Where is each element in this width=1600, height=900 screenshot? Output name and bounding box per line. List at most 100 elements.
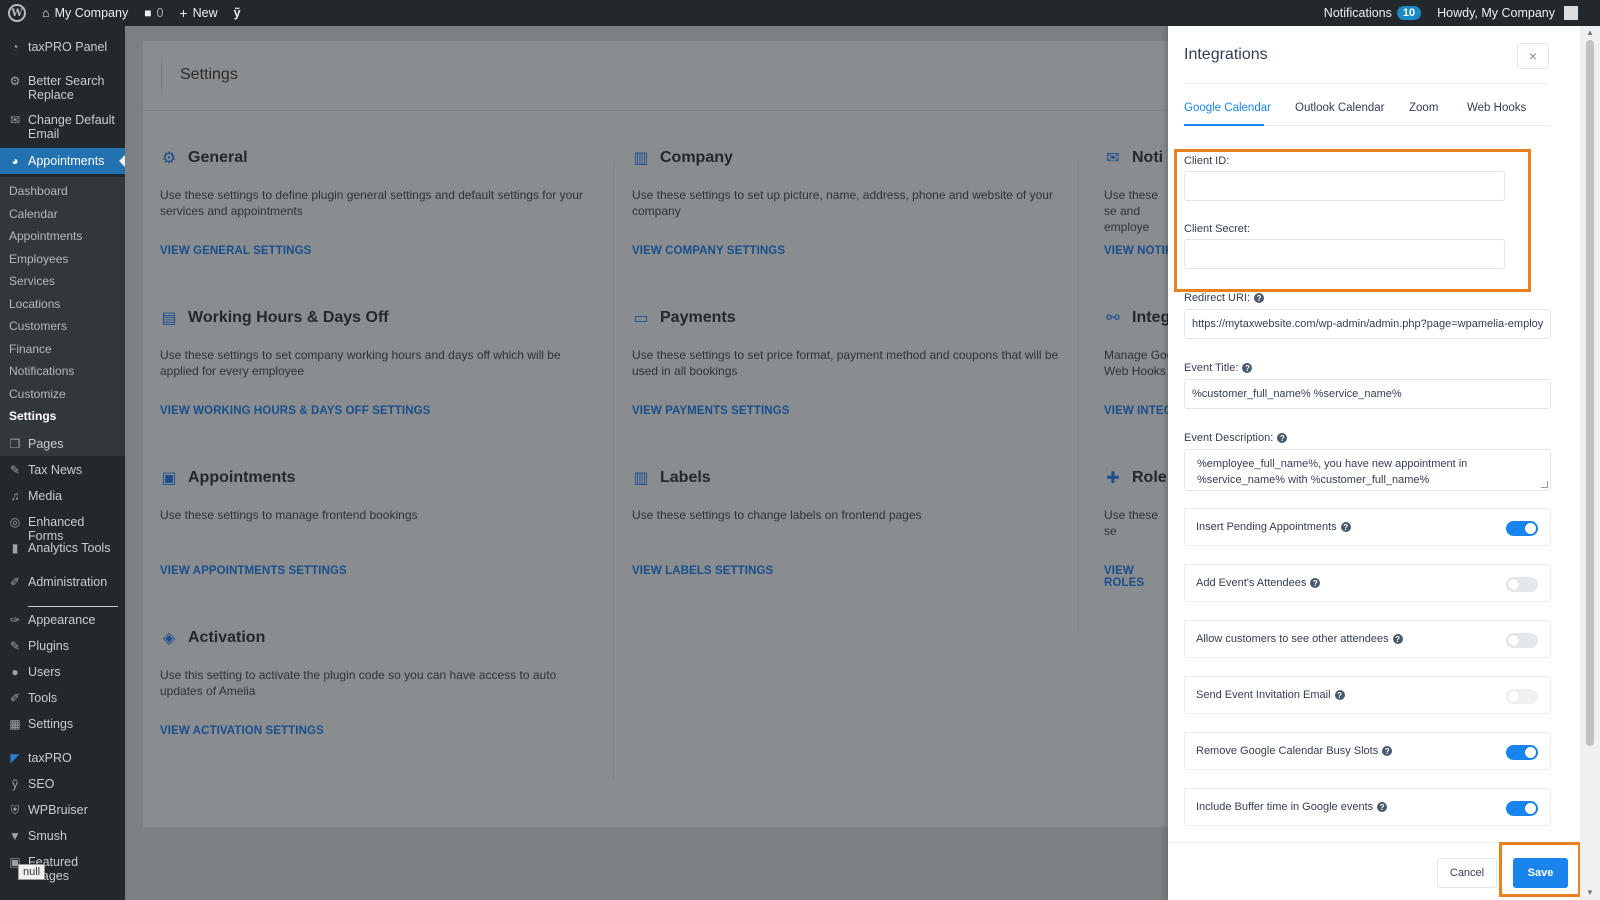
scroll-down-icon[interactable]: ▼ <box>1586 888 1594 897</box>
submenu-services[interactable]: Services <box>9 274 55 288</box>
close-icon: × <box>1528 48 1538 64</box>
menu-seo[interactable]: ỹ SEO <box>0 777 125 791</box>
admin-sidebar: ◔ taxPRO Panel ⚙ Better Search Replace ✉… <box>0 26 125 900</box>
close-button[interactable]: × <box>1517 43 1549 69</box>
menu-label: taxPRO Panel <box>28 40 108 54</box>
menu-taxpro-panel[interactable]: ◔ taxPRO Panel <box>0 40 125 54</box>
integration-tabs: Google Calendar Outlook Calendar Zoom We… <box>1184 102 1549 126</box>
view-company-settings-link[interactable]: VIEW COMPANY SETTINGS <box>632 245 785 257</box>
chart-icon: ▮ <box>11 541 19 555</box>
view-payments-link[interactable]: VIEW PAYMENTS SETTINGS <box>632 405 789 417</box>
insert-pending-toggle[interactable] <box>1506 521 1538 536</box>
block-description: Use these settings to set company workin… <box>160 348 561 378</box>
menu-appointments[interactable]: ◕ Appointments <box>0 148 125 174</box>
scroll-thumb[interactable] <box>1586 40 1594 746</box>
tab-web-hooks[interactable]: Web Hooks <box>1467 102 1526 114</box>
help-icon[interactable]: ? <box>1340 522 1351 532</box>
menu-wpbruiser[interactable]: ⛨ WPBruiser <box>0 803 125 817</box>
submenu-locations[interactable]: Locations <box>9 297 60 311</box>
cancel-button[interactable]: Cancel <box>1437 858 1497 888</box>
tab-google-calendar[interactable]: Google Calendar <box>1184 102 1271 114</box>
block-description: Manage Goo Web Hooks <box>1104 348 1174 378</box>
comments-link[interactable]: ■ 0 <box>136 0 171 26</box>
view-working-hours-link[interactable]: VIEW WORKING HOURS & DAYS OFF SETTINGS <box>160 405 430 417</box>
view-notifications-link[interactable]: VIEW NOTIF <box>1104 245 1172 257</box>
new-content-link[interactable]: + New <box>171 0 225 26</box>
event-title-input[interactable]: %customer_full_name% %service_name% <box>1184 379 1551 409</box>
column-divider <box>1078 161 1079 631</box>
menu-smush[interactable]: ▼ Smush <box>0 829 125 843</box>
menu-users[interactable]: ● Users <box>0 665 125 679</box>
view-roles-link[interactable]: VIEW ROLES <box>1104 565 1174 589</box>
view-appointments-link[interactable]: VIEW APPOINTMENTS SETTINGS <box>160 565 347 577</box>
help-icon[interactable]: ? <box>1392 634 1403 644</box>
submenu-customize[interactable]: Customize <box>9 387 66 401</box>
tab-outlook-calendar[interactable]: Outlook Calendar <box>1295 102 1385 114</box>
menu-label: Better Search Replace <box>28 74 105 102</box>
yoast-link[interactable]: ỹ <box>226 0 249 26</box>
event-description-textarea[interactable]: %employee_full_name%, you have new appoi… <box>1184 449 1551 491</box>
submenu-notifications[interactable]: Notifications <box>9 364 74 378</box>
admin-bar: W ⌂ My Company ■ 0 + New ỹ Notifications… <box>0 0 1600 26</box>
calendar-icon: ▤ <box>161 310 177 327</box>
smush-icon: ▼ <box>9 829 21 843</box>
submenu-finance[interactable]: Finance <box>9 342 52 356</box>
help-icon[interactable]: ? <box>1254 293 1265 303</box>
submenu-dashboard[interactable]: Dashboard <box>9 184 68 198</box>
help-icon[interactable]: ? <box>1242 363 1253 373</box>
help-icon[interactable]: ? <box>1277 433 1288 443</box>
site-name-link[interactable]: ⌂ My Company <box>34 0 136 26</box>
page-scrollbar[interactable]: ▲ ▼ <box>1580 26 1600 900</box>
client-credentials-highlight <box>1174 149 1531 292</box>
help-icon[interactable]: ? <box>1382 746 1393 756</box>
tab-zoom[interactable]: Zoom <box>1409 102 1438 114</box>
redirect-uri-input[interactable]: https://mytaxwebsite.com/wp-admin/admin.… <box>1184 309 1551 339</box>
menu-pages[interactable]: ❐ Pages <box>0 437 125 451</box>
submenu-appointments[interactable]: Appointments <box>9 229 82 243</box>
help-icon[interactable]: ? <box>1310 578 1321 588</box>
submenu-calendar[interactable]: Calendar <box>9 207 58 221</box>
resize-handle-icon[interactable] <box>1541 481 1548 488</box>
user-icon: ● <box>11 665 19 679</box>
add-attendees-toggle[interactable] <box>1506 577 1538 592</box>
toggle-row-insert-pending: Insert Pending Appointments? <box>1184 508 1551 546</box>
remove-busy-slots-toggle[interactable] <box>1506 745 1538 760</box>
menu-tools[interactable]: ✐ Tools <box>0 691 125 705</box>
help-icon[interactable]: ? <box>1334 690 1345 700</box>
view-general-settings-link[interactable]: VIEW GENERAL SETTINGS <box>160 245 311 257</box>
account-menu[interactable]: Howdy, My Company <box>1429 0 1600 26</box>
help-icon[interactable]: ? <box>1377 802 1388 812</box>
menu-settings[interactable]: ▦ Settings <box>0 717 125 731</box>
submenu-employees[interactable]: Employees <box>9 252 68 266</box>
block-description: Use this setting to activate the plugin … <box>160 668 557 698</box>
scroll-up-icon[interactable]: ▲ <box>1586 28 1594 37</box>
menu-media[interactable]: ♫ Media <box>0 489 125 503</box>
menu-taxpro[interactable]: ◤ taxPRO <box>0 751 125 765</box>
view-integrations-link[interactable]: VIEW INTEG <box>1104 405 1173 417</box>
event-title-label: Event Title:? <box>1184 362 1253 374</box>
submenu-customers[interactable]: Customers <box>9 319 67 333</box>
menu-administration[interactable]: ✐ Administration <box>0 575 125 589</box>
taxpro-icon: ◤ <box>10 751 20 765</box>
menu-better-search-replace[interactable]: ⚙ Better Search Replace <box>0 74 125 102</box>
menu-enhanced-forms[interactable]: ◎ Enhanced Forms <box>0 515 125 543</box>
gear-icon: ⚙ <box>9 74 21 88</box>
menu-label: Smush <box>28 829 67 843</box>
menu-analytics-tools[interactable]: ▮ Analytics Tools <box>0 541 125 555</box>
panel-title: Integrations <box>1184 46 1268 63</box>
panel-icon: ◔ <box>11 40 19 54</box>
allow-see-attendees-toggle[interactable] <box>1506 633 1538 648</box>
menu-appearance[interactable]: ✑ Appearance <box>0 613 125 627</box>
settings-block-roles: ✚ Role Use these se VIEW ROLES <box>1104 469 1174 589</box>
submenu-settings[interactable]: Settings <box>9 409 56 423</box>
notifications-link[interactable]: Notifications 10 <box>1316 0 1429 26</box>
wordpress-logo-button[interactable]: W <box>0 0 34 26</box>
menu-plugins[interactable]: ✎ Plugins <box>0 639 125 653</box>
view-activation-link[interactable]: VIEW ACTIVATION SETTINGS <box>160 725 324 737</box>
menu-change-default-email[interactable]: ✉ Change Default Email <box>0 113 125 141</box>
column-divider <box>613 161 614 781</box>
send-invitation-toggle[interactable] <box>1506 689 1538 704</box>
menu-tax-news[interactable]: ✎ Tax News <box>0 463 125 477</box>
view-labels-link[interactable]: VIEW LABELS SETTINGS <box>632 565 773 577</box>
buffer-time-toggle[interactable] <box>1506 801 1538 816</box>
